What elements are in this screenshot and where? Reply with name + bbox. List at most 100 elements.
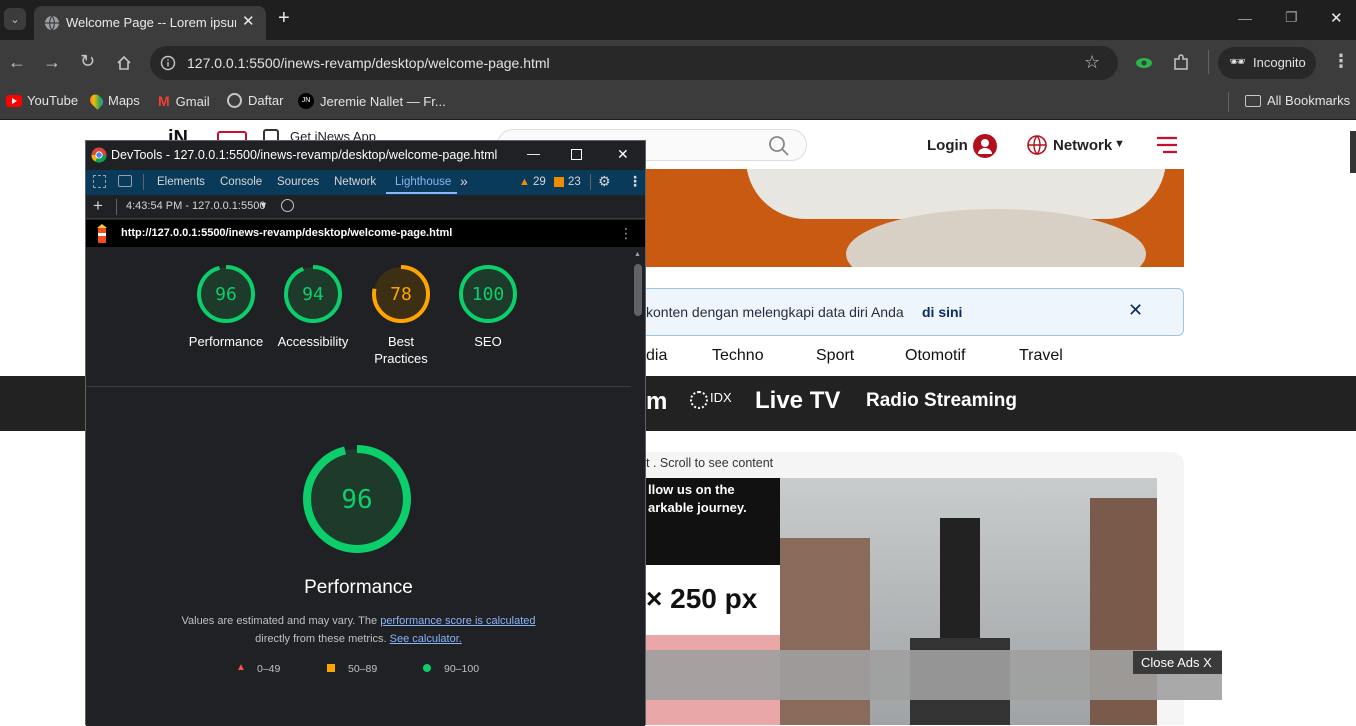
radio-streaming-link[interactable]: Radio Streaming [866,390,1017,412]
issues-count[interactable]: 23 [568,176,581,188]
incognito-icon: 🕶 [1229,54,1246,69]
main-gauge-title: Performance [304,577,413,598]
devtools-minimize-icon[interactable]: — [527,146,540,161]
incognito-label: Incognito [1253,55,1306,70]
performance-description: Values are estimated and may vary. The p… [86,612,631,648]
warning-count[interactable]: 29 [533,176,546,188]
report-scrollbar[interactable]: ▲ [631,247,645,726]
restore-icon[interactable]: ❐ [1285,9,1298,26]
bookmark-label: Maps [108,93,140,108]
report-url: http://127.0.0.1:5500/inews-revamp/deskt… [121,227,453,239]
bookmark-star-icon[interactable]: ☆ [1084,52,1100,73]
devtools-titlebar: DevTools - 127.0.0.1:5500/inews-revamp/d… [86,141,645,170]
incognito-chip[interactable]: 🕶 Incognito [1218,47,1316,79]
browser-tab[interactable]: Welcome Page -- Lorem ipsum ✕ [34,6,266,40]
tabbar-divider [590,174,591,190]
network-menu[interactable]: Network [1053,137,1112,154]
ad-text-line2: arkable journey. [648,500,747,515]
nav-item-travel[interactable]: Travel [1019,347,1063,365]
nav-item-otomotif[interactable]: Otomotif [905,347,965,365]
idx-logo-text[interactable]: IDX [710,390,732,405]
tab-network[interactable]: Network [334,176,376,188]
main-score-text: 96 [341,485,372,515]
back-icon[interactable]: ← [8,52,26,73]
home-icon[interactable] [116,55,132,71]
gauge-seo[interactable]: 100 [458,264,518,324]
nav-item-sport[interactable]: Sport [816,347,854,365]
bookmark-youtube[interactable]: YouTube [6,93,78,108]
more-tabs-icon[interactable]: » [460,173,468,189]
gauge-performance[interactable]: 96 [196,264,256,324]
all-bookmarks-button[interactable]: All Bookmarks [1245,93,1350,108]
score-calculated-link[interactable]: performance score is calculated [380,615,535,627]
legend-pass-label: 90–100 [444,663,480,675]
device-toolbar-icon[interactable] [118,175,132,187]
jn-avatar-icon: JN [298,93,314,109]
toolbar-divider [116,199,117,215]
score-text: 96 [215,284,237,305]
devtools-maximize-icon[interactable] [571,149,582,160]
extensions-icon[interactable] [1172,54,1190,72]
site-info-icon[interactable] [160,55,176,71]
nav-item-dia[interactable]: dia [646,347,667,365]
inspect-element-icon[interactable] [93,175,106,188]
close-ads-label: Close Ads X [1141,655,1212,670]
clear-icon[interactable] [281,199,294,212]
bookmark-daftar[interactable]: Daftar [227,93,283,108]
bookmark-gmail[interactable]: M Gmail [158,93,210,109]
hamburger-menu-icon[interactable] [1155,135,1179,155]
devtools-menu-icon[interactable]: ⋮ [628,173,642,190]
banner-image [646,169,1184,267]
bookmark-maps[interactable]: Maps [87,91,140,110]
tab-search-icon[interactable]: ⌄ [4,8,26,30]
login-link[interactable]: Login [927,137,968,154]
tab-sources[interactable]: Sources [277,176,319,188]
bookmark-label: Jeremie Nallet — Fr... [320,93,446,109]
chrome-icon [91,147,107,163]
bookmark-jeremie[interactable]: JN Jeremie Nallet — Fr... [298,93,446,109]
nav-item-techno[interactable]: Techno [712,347,764,365]
minimize-icon[interactable]: — [1238,10,1252,26]
notice-link[interactable]: di sini [922,304,962,320]
notice-close-icon[interactable]: ✕ [1128,300,1143,321]
url-text[interactable]: 127.0.0.1:5500/inews-revamp/desktop/welc… [187,55,550,71]
page-scrollbar[interactable] [1350,131,1356,173]
gauge-best-practices[interactable]: 78 [371,264,431,324]
tab-close-icon[interactable]: ✕ [242,12,255,30]
tab-lighthouse[interactable]: Lighthouse [395,176,451,188]
globe-icon [1027,135,1047,155]
menu-kebab-icon[interactable]: ⋮ [1332,51,1350,72]
report-menu-icon[interactable]: ⋮ [619,225,633,242]
settings-gear-icon[interactable]: ⚙ [598,173,611,190]
search-icon[interactable] [768,135,790,157]
tab-elements[interactable]: Elements [157,176,205,188]
live-tv-link[interactable]: Live TV [755,387,840,415]
idx-logo-icon [690,391,708,409]
legend-average-square-icon [327,664,335,672]
all-bookmarks-label: All Bookmarks [1267,93,1351,108]
strip-item-m[interactable]: m [646,388,667,416]
lighthouse-toolbar: + 4:43:54 PM - 127.0.0.1:5500 ▼ [86,195,645,219]
forward-icon[interactable]: → [43,52,61,73]
new-tab-icon[interactable]: + [278,8,290,28]
issues-icon [554,177,564,187]
tab-console[interactable]: Console [220,176,262,188]
report-session-select[interactable]: 4:43:54 PM - 127.0.0.1:5500 [126,200,265,212]
eye-extension-icon[interactable] [1135,55,1153,71]
user-avatar-icon[interactable] [972,133,998,159]
new-report-icon[interactable]: + [93,196,103,216]
see-calculator-link[interactable]: See calculator. [390,633,462,645]
address-bar[interactable]: 127.0.0.1:5500/inews-revamp/desktop/welc… [150,46,1118,80]
chevron-down-icon: ▼ [259,200,268,210]
window-close-icon[interactable]: ✕ [1330,9,1343,27]
gauge-accessibility[interactable]: 94 [283,264,343,324]
notice-text: konten dengan melengkapi data diri Anda [646,304,904,320]
lighthouse-report: 96 94 78 100 Performance Accessibility B… [86,247,633,726]
close-ads-button[interactable]: Close Ads X [1133,651,1222,674]
bookmarks-divider [1228,92,1229,112]
reload-icon[interactable]: ↻ [80,51,95,72]
scroll-thumb[interactable] [634,264,642,316]
toolbar-divider [1208,50,1209,74]
score-text: 94 [302,284,324,305]
devtools-close-icon[interactable]: ✕ [617,146,629,163]
